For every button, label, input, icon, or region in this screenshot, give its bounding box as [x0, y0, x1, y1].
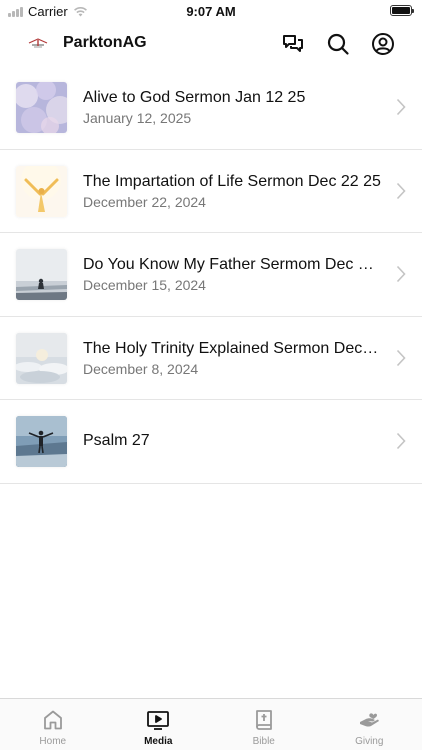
- list-item[interactable]: The Impartation of Life Sermon Dec 22 25…: [0, 150, 422, 233]
- tab-home[interactable]: Home: [0, 699, 106, 750]
- app-header: ParktonAG: [0, 22, 422, 66]
- list-item[interactable]: Alive to God Sermon Jan 12 25 January 12…: [0, 66, 422, 150]
- home-icon: [41, 708, 65, 732]
- sermon-date: January 12, 2025: [83, 110, 192, 126]
- tab-label: Home: [39, 736, 67, 747]
- list-item[interactable]: Psalm 27: [0, 400, 422, 484]
- chevron-right-icon: [396, 349, 406, 367]
- app-title: ParktonAG: [63, 34, 147, 51]
- battery-icon: [390, 5, 414, 16]
- status-bar: Carrier 9:07 AM: [0, 0, 422, 22]
- sermon-thumbnail: [16, 82, 67, 133]
- logo-icon: [28, 38, 48, 48]
- list-item[interactable]: Do You Know My Father Sermom Dec 15 24 D…: [0, 233, 422, 317]
- chevron-right-icon: [396, 98, 406, 116]
- chevron-right-icon: [396, 432, 406, 450]
- bible-icon: [252, 708, 276, 732]
- tab-bible[interactable]: Bible: [211, 699, 317, 750]
- media-icon: [146, 708, 170, 732]
- chat-icon[interactable]: [281, 32, 305, 56]
- tab-media[interactable]: Media: [106, 699, 212, 750]
- sermon-date: December 8, 2024: [83, 360, 199, 377]
- sermon-title: Psalm 27: [83, 432, 150, 449]
- tab-bar: Home Media Bible Giving: [0, 698, 422, 750]
- sermon-date: December 15, 2024: [83, 277, 206, 293]
- chevron-right-icon: [396, 182, 406, 200]
- list-item[interactable]: The Holy Trinity Explained Sermon Dec 8 …: [0, 317, 422, 400]
- sermon-title: Do You Know My Father Sermom Dec 15 24: [83, 256, 381, 273]
- sermon-thumbnail: [16, 249, 67, 300]
- giving-icon: [357, 708, 381, 732]
- tab-label: Media: [144, 736, 173, 747]
- chevron-right-icon: [396, 265, 406, 283]
- sermon-title: The Holy Trinity Explained Sermon Dec 8 …: [83, 339, 381, 357]
- search-icon[interactable]: [326, 32, 350, 56]
- sermon-title: Alive to God Sermon Jan 12 25: [83, 89, 306, 106]
- account-icon[interactable]: [371, 32, 395, 56]
- media-list: Alive to God Sermon Jan 12 25 January 12…: [0, 66, 422, 484]
- sermon-thumbnail: [16, 416, 67, 467]
- sermon-thumbnail: [16, 165, 67, 217]
- sermon-thumbnail: [16, 332, 67, 384]
- tab-label: Bible: [252, 736, 275, 747]
- tab-label: Giving: [355, 736, 384, 747]
- sermon-date: December 22, 2024: [83, 193, 206, 210]
- status-time: 9:07 AM: [186, 4, 236, 19]
- sermon-title: The Impartation of Life Sermon Dec 22 25: [83, 172, 381, 190]
- tab-giving[interactable]: Giving: [317, 699, 422, 750]
